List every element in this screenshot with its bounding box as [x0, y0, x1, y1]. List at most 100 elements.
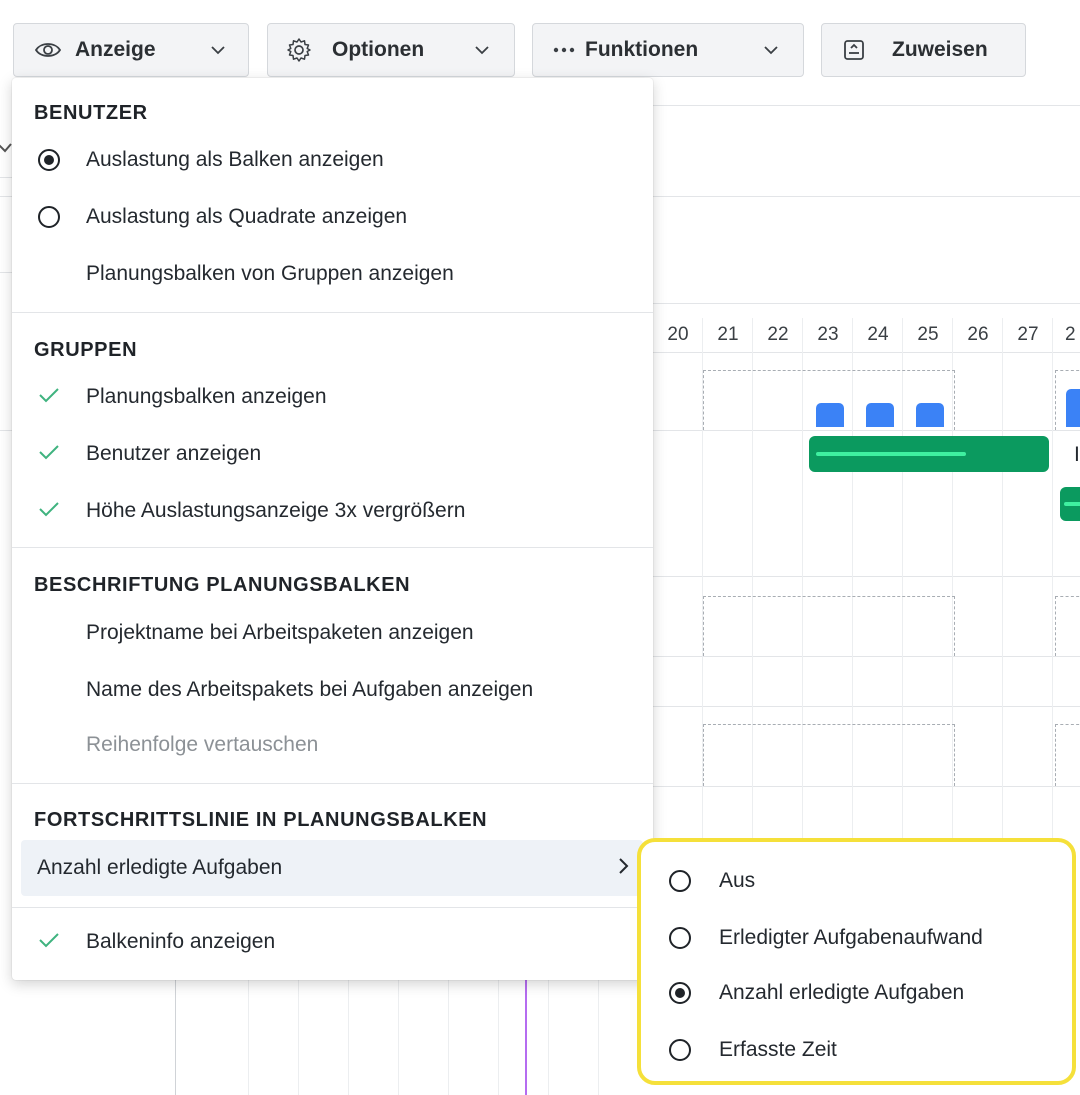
gantt-day-column [498, 980, 499, 1095]
gantt-day-label: 27 [1017, 324, 1039, 345]
gear-icon [286, 37, 312, 63]
menu-item-label: Auslastung als Balken anzeigen [86, 148, 384, 171]
gantt-row-divider [653, 430, 1080, 431]
gantt-row-divider [0, 272, 12, 273]
radio-unselected-icon [669, 870, 691, 892]
gantt-day-column [398, 980, 399, 1095]
gantt-day-label: 21 [717, 324, 739, 345]
submenu-option-completed-count[interactable]: Anzahl erledigte Aufgaben [641, 968, 1072, 1018]
gantt-row-divider [653, 105, 1080, 106]
submenu-option-label: Erfasste Zeit [719, 1038, 837, 1061]
display-button-label: Anzeige [75, 38, 156, 61]
gantt-day-column [548, 980, 549, 1095]
load-indicator [1066, 389, 1080, 427]
menu-item-show-bar-info[interactable]: Balkeninfo anzeigen [12, 918, 653, 966]
chevron-right-icon [617, 856, 629, 882]
submenu-option-label: Anzahl erledigte Aufgaben [719, 981, 965, 1004]
menu-divider [12, 783, 653, 784]
menu-item-show-users[interactable]: Benutzer anzeigen [12, 430, 653, 478]
options-button-label: Optionen [332, 38, 425, 61]
assign-button-label: Zuweisen [892, 38, 988, 61]
gantt-day-column [1002, 318, 1003, 838]
chevron-down-icon [474, 45, 490, 55]
functions-button-label: Funktionen [585, 38, 699, 61]
gantt-day-label: 25 [917, 324, 939, 345]
menu-item-enlarge-load-height[interactable]: Höhe Auslastungsanzeige 3x vergrößern [12, 487, 653, 535]
gantt-day-column [248, 980, 249, 1095]
gantt-day-column [348, 980, 349, 1095]
load-indicator [866, 403, 894, 427]
menu-item-label: Benutzer anzeigen [86, 442, 262, 465]
functions-button[interactable]: Funktionen [532, 23, 804, 77]
group-planning-box [1055, 596, 1080, 656]
menu-item-label: Auslastung als Quadrate anzeigen [86, 205, 408, 228]
gantt-row-divider [0, 177, 12, 178]
load-indicator [916, 403, 944, 427]
radio-selected-icon [38, 149, 60, 171]
assign-button[interactable]: Zuweisen [821, 23, 1026, 77]
gantt-row-divider [653, 352, 1080, 353]
menu-item-show-planning-bars[interactable]: Planungsbalken anzeigen [12, 373, 653, 421]
chevron-down-icon[interactable] [0, 138, 12, 163]
today-line [525, 980, 527, 1095]
submenu-option-label: Erledigter Aufgabenaufwand [719, 926, 983, 949]
display-menu: BENUTZER Auslastung als Balken anzeigen … [12, 78, 653, 980]
gantt-day-column [175, 980, 176, 1095]
menu-divider [12, 547, 653, 548]
gantt-day-column [448, 980, 449, 1095]
options-button[interactable]: Optionen [267, 23, 515, 77]
menu-divider [12, 312, 653, 313]
checkmark-icon [38, 442, 60, 466]
menu-item-label: Höhe Auslastungsanzeige 3x vergrößern [86, 499, 466, 522]
menu-item-group-planning-bars[interactable]: Planungsbalken von Gruppen anzeigen [12, 250, 653, 298]
menu-item-label: Name des Arbeitspakets bei Aufgaben anze… [86, 678, 534, 701]
menu-item-show-work-package-name[interactable]: Name des Arbeitspakets bei Aufgaben anze… [12, 666, 653, 714]
gantt-row-divider [0, 430, 12, 431]
gantt-row-divider [653, 656, 1080, 657]
submenu-option-completed-effort[interactable]: Erledigter Aufgabenaufwand [641, 913, 1072, 963]
checkmark-icon [38, 499, 60, 523]
submenu-option-logged-time[interactable]: Erfasste Zeit [641, 1025, 1072, 1075]
bar-label: I [1074, 443, 1080, 466]
group-planning-box [703, 724, 955, 786]
gantt-day-label: 24 [867, 324, 889, 345]
progress-line [1064, 502, 1080, 506]
gantt-row-divider [653, 303, 1080, 304]
gantt-row-divider [653, 196, 1080, 197]
menu-item-swap-order: Reihenfolge vertauschen [12, 721, 653, 769]
gantt-day-label: 20 [667, 324, 689, 345]
gantt-day-label: 23 [817, 324, 839, 345]
menu-item-label: Balkeninfo anzeigen [86, 930, 276, 953]
chevron-down-icon [210, 45, 226, 55]
section-title-bar-labels: BESCHRIFTUNG PLANUNGSBALKEN [34, 574, 411, 596]
radio-unselected-icon [669, 1039, 691, 1061]
menu-item-label: Planungsbalken anzeigen [86, 385, 327, 408]
checkmark-icon [38, 385, 60, 409]
assign-icon [842, 38, 866, 62]
submenu-option-off[interactable]: Aus [641, 856, 1072, 906]
menu-item-label: Reihenfolge vertauschen [86, 733, 319, 756]
group-planning-box [1055, 724, 1080, 786]
gantt-day-label: 22 [767, 324, 789, 345]
gantt-row-divider [653, 576, 1080, 577]
group-planning-box [703, 596, 955, 656]
checkmark-icon [38, 930, 60, 954]
progress-line-submenu: Aus Erledigter Aufgabenaufwand Anzahl er… [637, 838, 1076, 1085]
menu-item-show-project-name[interactable]: Projektname bei Arbeitspaketen anzeigen [12, 609, 653, 657]
section-title-users: BENUTZER [34, 102, 148, 124]
menu-item-load-as-bars[interactable]: Auslastung als Balken anzeigen [12, 136, 653, 184]
display-button[interactable]: Anzeige [13, 23, 249, 77]
radio-unselected-icon [669, 927, 691, 949]
eye-icon [34, 40, 62, 60]
section-title-progress-line: FORTSCHRITTSLINIE IN PLANUNGSBALKEN [34, 809, 488, 831]
menu-item-label: Planungsbalken von Gruppen anzeigen [86, 262, 454, 285]
progress-line-submenu-trigger[interactable]: Anzahl erledigte Aufgaben [21, 840, 643, 896]
gantt-day-column [598, 980, 599, 1095]
radio-selected-icon [669, 982, 691, 1004]
menu-item-load-as-squares[interactable]: Auslastung als Quadrate anzeigen [12, 193, 653, 241]
gantt-day-label: 26 [967, 324, 989, 345]
menu-item-label: Projektname bei Arbeitspaketen anzeigen [86, 621, 474, 644]
load-indicator [816, 403, 844, 427]
progress-line [816, 452, 966, 456]
gantt-row-divider [653, 706, 1080, 707]
